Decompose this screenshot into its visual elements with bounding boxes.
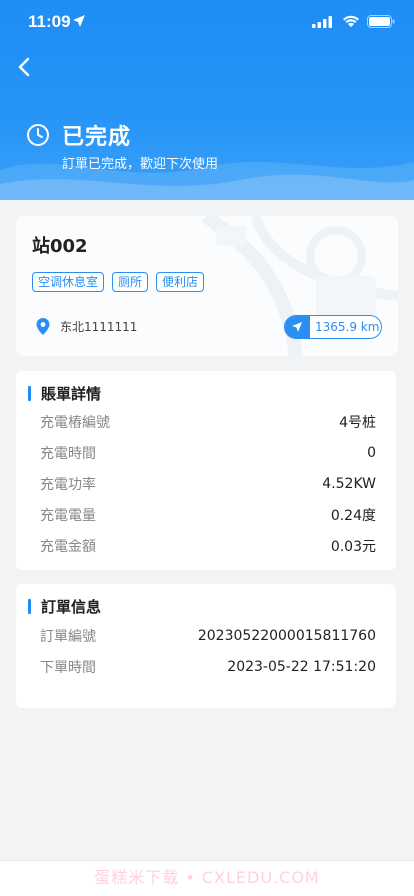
clock-icon bbox=[27, 124, 49, 146]
title-accent-bar bbox=[28, 599, 31, 614]
station-card[interactable]: 站002 空调休息室 厕所 便利店 东北1111111 1365.9 km bbox=[16, 216, 398, 356]
watermark-text: 蛋糕米下载 • CXLEDU.COM bbox=[94, 868, 320, 887]
wifi-icon bbox=[343, 15, 359, 27]
bill-row-charge-time: 充電時間 0 bbox=[40, 441, 376, 465]
row-value: 20230522000015811760 bbox=[197, 628, 376, 644]
row-value: 0.03元 bbox=[330, 539, 376, 555]
status-bar: 11:09 bbox=[0, 0, 414, 44]
navigate-distance-button[interactable]: 1365.9 km bbox=[284, 315, 382, 339]
order-status-row: 已完成 bbox=[26, 119, 131, 151]
row-value: 0 bbox=[367, 445, 376, 461]
bill-row-charge-power: 充電功率 4.52KW bbox=[40, 472, 376, 496]
row-value: 4.52KW bbox=[322, 476, 376, 492]
order-status-subtitle: 訂單已完成，歡迎下次使用 bbox=[62, 157, 219, 172]
bill-row-charge-amount: 充電金額 0.03元 bbox=[40, 534, 376, 558]
station-tag: 厕所 bbox=[112, 272, 149, 292]
station-location: 东北1111111 bbox=[36, 318, 137, 335]
battery-icon bbox=[367, 15, 395, 28]
order-row-time: 下單時間 2023-05-22 17:51:20 bbox=[40, 655, 376, 679]
navigate-arrow-icon bbox=[292, 322, 302, 332]
order-info-title-text: 訂單信息 bbox=[41, 598, 102, 616]
order-status-title: 已完成 bbox=[62, 125, 132, 150]
row-value: 2023-05-22 17:51:20 bbox=[227, 659, 376, 675]
bill-details-title-text: 賬單詳情 bbox=[41, 385, 102, 403]
row-value: 0.24度 bbox=[330, 508, 376, 524]
location-arrow-icon bbox=[73, 15, 85, 27]
order-row-number: 訂單編號 20230522000015811760 bbox=[40, 624, 376, 648]
title-accent-bar bbox=[28, 386, 31, 401]
station-address: 东北1111111 bbox=[60, 320, 138, 334]
back-button[interactable] bbox=[12, 52, 36, 82]
cellular-signal-icon bbox=[312, 16, 332, 28]
row-value: 4号桩 bbox=[339, 415, 376, 431]
row-label: 充電功率 bbox=[40, 477, 96, 493]
order-info-title: 訂單信息 bbox=[28, 596, 101, 617]
row-label: 充電電量 bbox=[40, 508, 96, 524]
bill-details-card: 賬單詳情 充電樁編號 4号桩 充電時間 0 充電功率 4.52KW 充電電量 0… bbox=[16, 371, 396, 570]
row-label: 充電時間 bbox=[40, 446, 96, 462]
bill-details-title: 賬單詳情 bbox=[28, 383, 101, 404]
row-label: 充電樁編號 bbox=[40, 415, 110, 431]
chevron-left-icon bbox=[18, 57, 30, 77]
station-tag: 空调休息室 bbox=[32, 272, 105, 292]
distance-value: 1365.9 km bbox=[315, 320, 380, 334]
bill-row-charge-energy: 充電電量 0.24度 bbox=[40, 503, 376, 527]
navigate-icon-box bbox=[285, 316, 310, 338]
row-label: 訂單編號 bbox=[40, 629, 96, 645]
bill-row-pile-number: 充電樁編號 4号桩 bbox=[40, 410, 376, 434]
row-label: 下單時間 bbox=[40, 660, 96, 676]
station-name: 站002 bbox=[32, 236, 88, 257]
station-tags: 空调休息室 厕所 便利店 bbox=[32, 272, 212, 292]
row-label: 充電金額 bbox=[40, 539, 96, 555]
location-pin-icon bbox=[36, 318, 50, 335]
station-tag: 便利店 bbox=[156, 272, 205, 292]
status-time: 11:09 bbox=[28, 12, 71, 31]
order-info-card: 訂單信息 訂單編號 20230522000015811760 下單時間 2023… bbox=[16, 584, 396, 708]
